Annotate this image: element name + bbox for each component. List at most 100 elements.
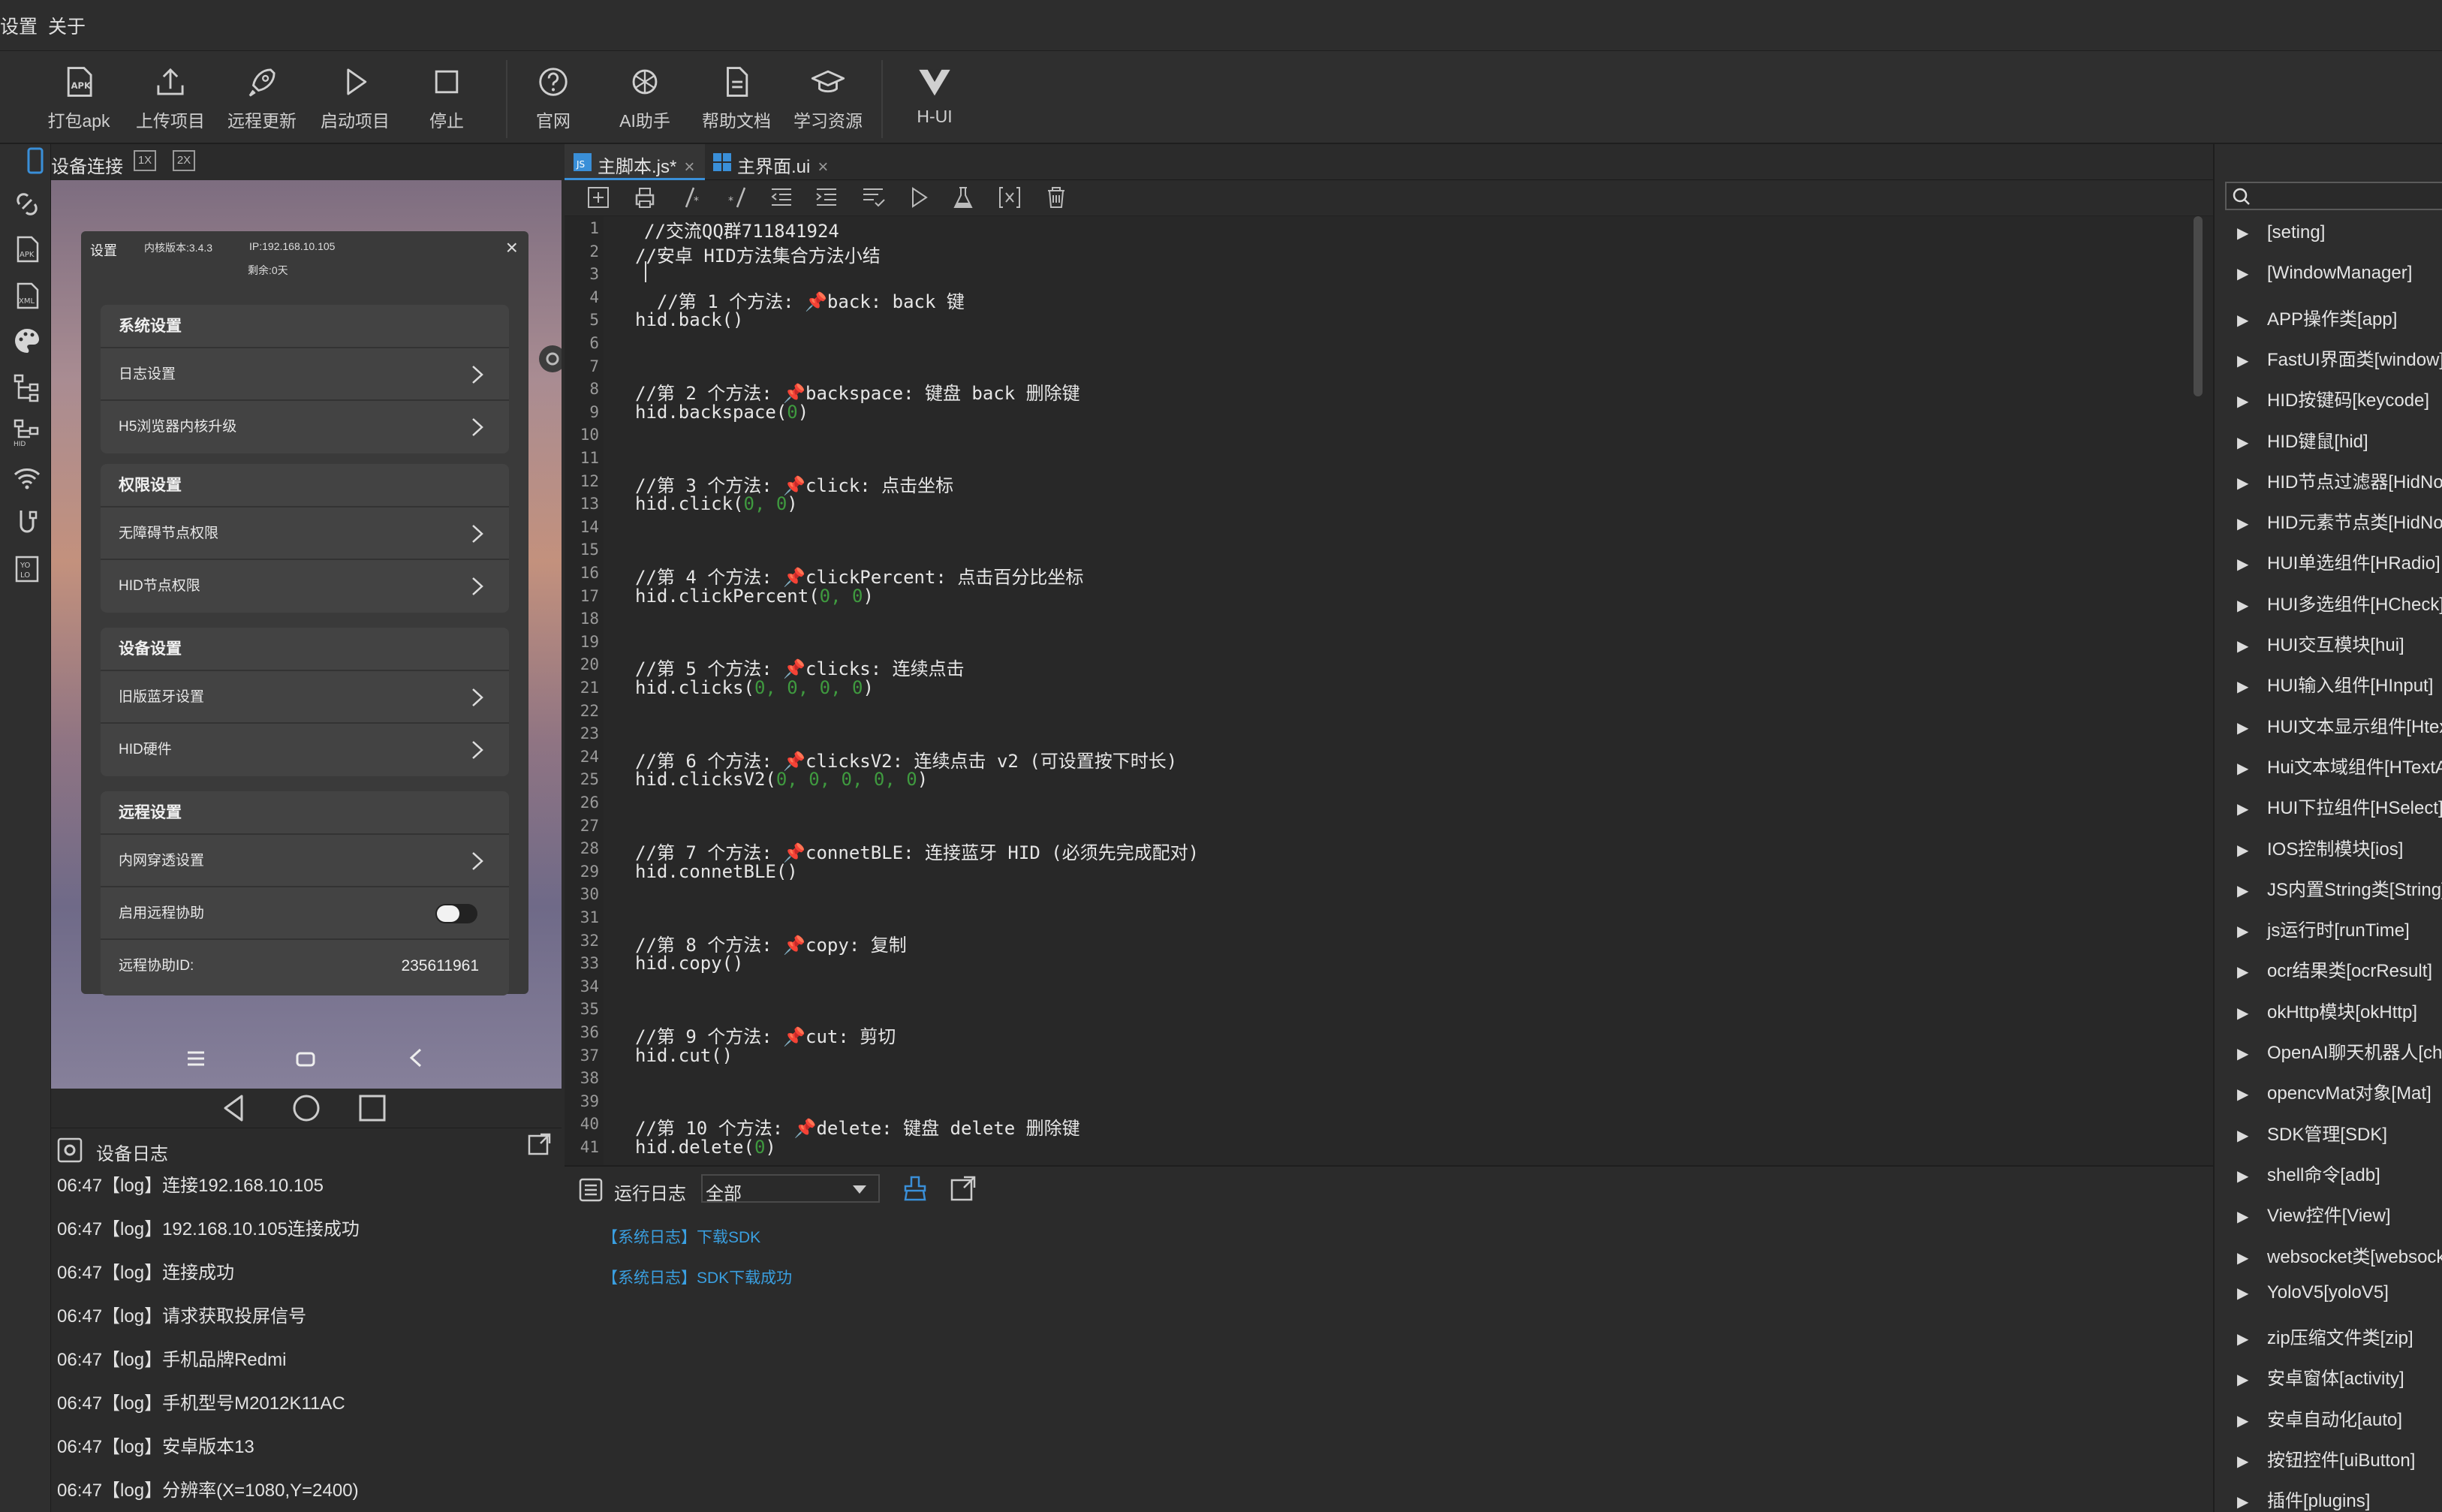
zoom-1x-button[interactable]: 1X <box>134 150 156 171</box>
close-tab-icon[interactable]: × <box>684 157 694 177</box>
print-icon[interactable] <box>632 185 662 212</box>
broom-clear-icon[interactable] <box>901 1174 929 1203</box>
uncomment-icon[interactable]: * <box>724 185 754 212</box>
api-tree-item[interactable]: ▶ zip压缩文件类[zip] <box>2237 1323 2413 1349</box>
expand-arrow-icon[interactable]: ▶ <box>2237 1248 2267 1267</box>
expand-arrow-icon[interactable]: ▶ <box>2237 881 2267 900</box>
api-tree-item[interactable]: ▶ IOS控制模块[ios] <box>2237 834 2403 860</box>
api-tree-item[interactable]: ▶ 安卓自动化[auto] <box>2237 1405 2402 1431</box>
outdent-icon[interactable] <box>769 185 799 212</box>
tab-main-script[interactable]: JS 主脚本.js* × <box>565 144 706 180</box>
new-file-icon[interactable] <box>586 185 616 212</box>
api-tree-item[interactable]: ▶ View控件[View] <box>2237 1200 2391 1227</box>
settings-row-h5-kernel[interactable]: H5浏览器内核升级 <box>101 401 509 453</box>
expand-arrow-icon[interactable]: ▶ <box>2237 596 2267 615</box>
flask-icon[interactable] <box>950 185 980 212</box>
api-tree-item[interactable]: ▶ HUI下拉组件[HSelect] <box>2237 793 2442 819</box>
expand-arrow-icon[interactable]: ▶ <box>2237 1284 2267 1303</box>
api-tree-item[interactable]: ▶ websocket类[websock <box>2237 1242 2442 1268</box>
indent-icon[interactable] <box>814 185 844 212</box>
api-tree-item[interactable]: ▶ [seting] <box>2237 222 2325 243</box>
square-recents-icon[interactable] <box>356 1092 389 1125</box>
api-tree-item[interactable]: ▶ HUI交互模块[hui] <box>2237 630 2404 656</box>
package-apk-button[interactable]: APK 打包apk <box>38 65 120 140</box>
settings-row-hid-permission[interactable]: HID节点权限 <box>101 560 509 613</box>
expand-arrow-icon[interactable]: ▶ <box>2237 474 2267 492</box>
menu-settings[interactable]: 设置 <box>0 12 38 39</box>
code-editor[interactable]: 1 2 3 4 5 6 7 8 9 10 11 12 13 14 15 16 17 18 19 20 21 22 23 24 2… <box>565 216 2213 1165</box>
api-tree-item[interactable]: ▶ OpenAI聊天机器人[cha <box>2237 1038 2442 1064</box>
expand-arrow-icon[interactable]: ▶ <box>2237 392 2267 411</box>
api-tree-item[interactable]: ▶ opencvMat对象[Mat] <box>2237 1078 2431 1104</box>
h-ui-button[interactable]: H-UI <box>893 65 976 140</box>
api-tree-item[interactable]: ▶ HID节点过滤器[HidNo <box>2237 467 2442 493</box>
comment-icon[interactable]: * <box>679 185 709 212</box>
api-tree-item[interactable]: ▶ 插件[plugins] <box>2237 1486 2370 1512</box>
expand-arrow-icon[interactable]: ▶ <box>2237 1207 2267 1226</box>
api-tree-item[interactable]: ▶ FastUI界面类[window] <box>2237 345 2442 371</box>
api-tree-item[interactable]: ▶ HID元素节点类[HidNo <box>2237 508 2442 534</box>
stop-button[interactable]: 停止 <box>405 65 488 140</box>
api-tree-item[interactable]: ▶ YoloV5[yoloV5] <box>2237 1282 2389 1303</box>
tab-main-ui[interactable]: 主界面.ui × <box>704 144 839 180</box>
expand-arrow-icon[interactable]: ▶ <box>2237 800 2267 818</box>
api-search-input[interactable] <box>2225 182 2442 210</box>
circle-home-icon[interactable] <box>290 1092 323 1125</box>
expand-arrow-icon[interactable]: ▶ <box>2237 1085 2267 1104</box>
expand-arrow-icon[interactable]: ▶ <box>2237 637 2267 655</box>
expand-arrow-icon[interactable]: ▶ <box>2237 433 2267 452</box>
menu-about[interactable]: 关于 <box>48 12 86 39</box>
expand-arrow-icon[interactable]: ▶ <box>2237 1126 2267 1145</box>
api-tree-item[interactable]: ▶ js运行时[runTime] <box>2237 915 2410 941</box>
expand-arrow-icon[interactable]: ▶ <box>2237 1044 2267 1063</box>
xml-file-icon[interactable]: XML <box>12 281 42 311</box>
zoom-2x-button[interactable]: 2X <box>173 150 195 171</box>
api-tree-item[interactable]: ▶ HUI文本显示组件[Htex <box>2237 712 2442 738</box>
api-tree-item[interactable]: ▶ JS内置String类[String] <box>2237 875 2442 901</box>
expand-arrow-icon[interactable]: ▶ <box>2237 677 2267 696</box>
settings-row-intranet[interactable]: 内网穿透设置 <box>101 835 509 887</box>
expand-arrow-icon[interactable]: ▶ <box>2237 841 2267 860</box>
expand-arrow-icon[interactable]: ▶ <box>2237 922 2267 941</box>
remote-assist-toggle[interactable] <box>435 904 477 923</box>
variable-icon[interactable] <box>997 185 1027 212</box>
upload-project-button[interactable]: 上传项目 <box>129 65 212 140</box>
format-code-icon[interactable] <box>860 185 890 212</box>
triangle-back-icon[interactable] <box>219 1092 249 1125</box>
usb-cable-icon[interactable] <box>12 508 42 538</box>
learning-resources-button[interactable]: 学习资源 <box>787 65 869 140</box>
start-project-button[interactable]: 启动项目 <box>314 65 396 140</box>
settings-row-log[interactable]: 日志设置 <box>101 348 509 401</box>
api-tree-item[interactable]: ▶ APP操作类[app] <box>2237 304 2397 330</box>
api-tree-item[interactable]: ▶ HUI多选组件[HCheck] <box>2237 589 2442 616</box>
expand-arrow-icon[interactable]: ▶ <box>2237 351 2267 370</box>
api-tree-item[interactable]: ▶ HUI输入组件[HInput] <box>2237 670 2433 697</box>
expand-arrow-icon[interactable]: ▶ <box>2237 264 2267 283</box>
link-icon[interactable] <box>12 189 42 219</box>
help-docs-button[interactable]: 帮助文档 <box>695 65 778 140</box>
home-icon[interactable] <box>294 1048 317 1069</box>
expand-arrow-icon[interactable]: ▶ <box>2237 1492 2267 1511</box>
expand-arrow-icon[interactable]: ▶ <box>2237 555 2267 574</box>
expand-arrow-icon[interactable]: ▶ <box>2237 1167 2267 1185</box>
hid-node-tree-icon[interactable]: HID <box>12 417 42 448</box>
expand-arrow-icon[interactable]: ▶ <box>2237 311 2267 330</box>
palette-icon[interactable] <box>12 326 42 356</box>
api-tree-item[interactable]: ▶ okHttp模块[okHttp] <box>2237 997 2417 1023</box>
expand-arrow-icon[interactable]: ▶ <box>2237 1452 2267 1471</box>
remote-update-button[interactable]: 远程更新 <box>221 65 303 140</box>
api-tree-item[interactable]: ▶ SDK管理[SDK] <box>2237 1119 2387 1146</box>
api-tree-item[interactable]: ▶ HUI单选组件[HRadio] <box>2237 548 2440 574</box>
expand-arrow-icon[interactable]: ▶ <box>2237 962 2267 981</box>
api-tree-item[interactable]: ▶ ocr结果类[ocrResult] <box>2237 956 2432 982</box>
expand-arrow-icon[interactable]: ▶ <box>2237 718 2267 737</box>
expand-arrow-icon[interactable]: ▶ <box>2237 1330 2267 1348</box>
settings-row-accessibility[interactable]: 无障碍节点权限 <box>101 508 509 560</box>
export-image-icon[interactable] <box>527 1131 553 1157</box>
apk-file-icon[interactable]: APK <box>12 234 42 264</box>
website-button[interactable]: 官网 <box>512 65 595 140</box>
expand-arrow-icon[interactable]: ▶ <box>2237 1411 2267 1430</box>
close-icon[interactable]: × <box>506 236 518 260</box>
phone-screen-mirror[interactable]: 设置 内核版本:3.4.3 IP:192.168.10.105 剩余:0天 × … <box>51 180 562 1089</box>
node-tree-icon[interactable] <box>12 372 42 402</box>
